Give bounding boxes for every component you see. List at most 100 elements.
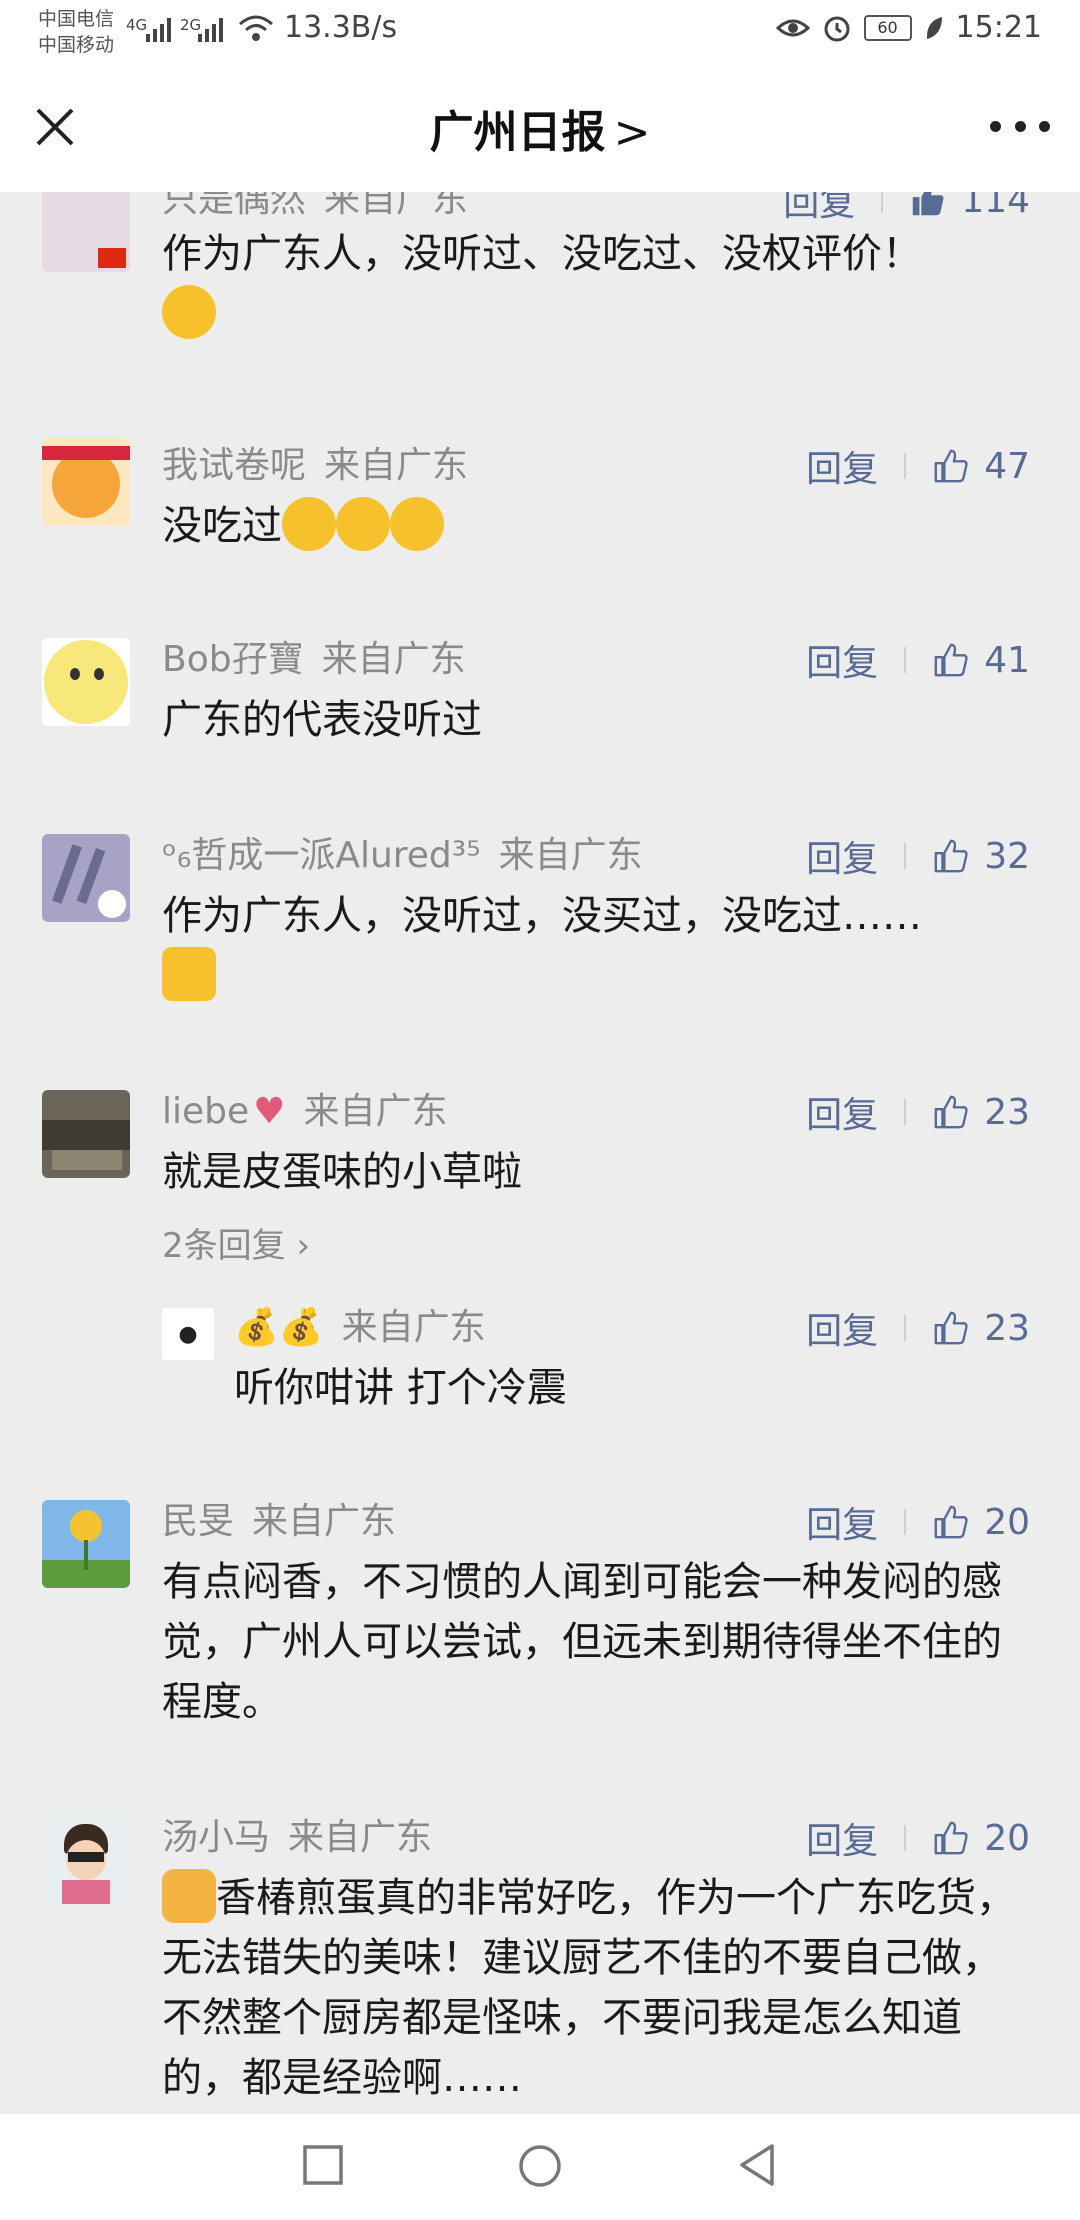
comment-text: 没吃过 [162,496,1032,556]
username[interactable]: 汤小马 [162,1817,270,1858]
reply-button[interactable]: 回复 [806,1086,878,1138]
comment-meta: Bob孖寶 来自广东 [162,638,466,682]
reply-button[interactable]: 回复 [806,1302,878,1354]
comment-body: 就是皮蛋味的小草啦 [162,1149,522,1195]
reply-button[interactable]: 回复 [806,1812,878,1864]
username[interactable]: ᵒ₆哲成一派Alured³⁵ [162,835,481,876]
comment-text: 广东的代表没听过 [162,690,1032,750]
comment-body: 没吃过 [162,503,282,549]
avatar[interactable] [42,834,130,922]
reply-button[interactable]: 回复 [806,634,878,686]
status-right: 60 15:21 [775,10,1042,45]
more-replies-label: 2条回复 [162,1226,286,1266]
page-title[interactable]: 广州日报 > [0,96,1080,160]
thumbs-up-icon [934,643,968,677]
like-count: 32 [984,835,1030,877]
battery-icon: 60 [863,14,912,41]
like-count: 114 [961,192,1030,221]
reply-button[interactable]: 回复 [806,440,878,492]
back-icon[interactable] [734,2142,780,2188]
like-button[interactable]: 23 [932,1092,1030,1133]
thumbs-up-icon [934,1505,968,1539]
more-replies-link[interactable]: 2条回复 › [162,1218,310,1267]
like-button[interactable]: 32 [932,836,1030,877]
comment-list[interactable]: 只是偶然 来自广东 回复 114 作为广东人，没听过、没吃过、没权评价！ 我试卷呢… [0,192,1080,2114]
username[interactable]: 只是偶然 [162,192,306,220]
avatar[interactable] [42,438,130,526]
carrier-labels: 中国电信 中国移动 [38,6,114,58]
avatar[interactable] [42,1816,130,1904]
reply-button[interactable]: 回复 [806,830,878,882]
chevron-right-icon: > [613,107,651,158]
location: 来自广东 [498,835,643,876]
comment-actions: 回复 23 [806,1090,1030,1137]
comment-body: 作为广东人，没听过，没买过，没吃过…… [162,893,922,939]
network-speed: 13.3B/s [284,10,398,45]
like-button[interactable]: 23 [932,1308,1030,1349]
username[interactable]: 我试卷呢 [162,445,306,486]
username[interactable]: Bob孖寶 [162,639,304,680]
like-button[interactable]: 47 [932,446,1030,487]
like-count: 41 [984,639,1030,681]
cat-emoji-icon [162,1869,216,1923]
like-button[interactable]: 41 [932,640,1030,681]
reply-text: 听你咁讲 打个冷震 [234,1358,1014,1418]
title-bar: 广州日报 > [0,66,1080,192]
divider [904,1509,907,1535]
like-count: 20 [984,1501,1030,1543]
like-count: 23 [984,1307,1030,1349]
comment-text: 作为广东人，没听过，没买过，没吃过…… [162,886,1032,1006]
chevron-right-icon: › [285,1226,311,1266]
thumbs-up-icon [934,839,968,873]
home-icon[interactable] [516,2142,564,2190]
reply-actions: 回复 23 [806,1306,1030,1353]
reply-button[interactable]: 回复 [783,192,855,226]
alarm-icon [824,16,850,41]
thumbs-up-icon [934,1311,968,1345]
comment-body: 作为广东人，没听过、没吃过、没权评价！ [162,231,922,277]
signal-icon-2 [198,14,223,42]
comment-meta: 我试卷呢 来自广东 [162,444,468,488]
reply-button[interactable]: 回复 [806,1496,878,1548]
heart-arrow-icon: ♥ [253,1091,286,1132]
carrier-1: 中国电信 [38,8,115,30]
recent-apps-icon[interactable] [300,2142,346,2188]
slap-emoji-icon [390,497,444,551]
location: 来自广东 [324,445,469,486]
like-button[interactable]: 20 [932,1502,1030,1543]
avatar[interactable] [42,1090,130,1178]
like-count: 20 [984,1817,1030,1859]
like-count: 23 [984,1091,1030,1133]
like-button[interactable]: 114 [909,192,1030,221]
signal-icon [146,14,171,42]
clock: 15:21 [955,10,1042,45]
comment-actions: 回复 114 [783,192,1030,224]
reply-username[interactable]: 💰💰 [234,1307,324,1348]
avatar[interactable] [42,638,130,726]
location: 来自广东 [321,639,466,680]
thumbs-up-icon [934,449,968,483]
avatar[interactable] [42,1500,130,1588]
more-icon[interactable] [990,106,1050,146]
person-icon: ● [178,1321,198,1347]
reply-avatar[interactable]: ● [162,1308,214,1360]
carrier-2: 中国移动 [38,34,115,56]
ok-hand-emoji-icon [162,947,216,1001]
reply-body: 听你咁讲 打个冷震 [234,1365,567,1411]
username[interactable]: liebe [162,1091,249,1132]
avatar[interactable] [42,192,130,272]
comment-actions: 回复 32 [806,834,1030,881]
system-nav-bar [0,2114,1080,2220]
thinking-emoji-icon [162,285,216,339]
comment-text: 香椿煎蛋真的非常好吃，作为一个广东吃货，无法错失的美味！建议厨艺不佳的不要自己做… [162,1868,1032,2108]
like-button[interactable]: 20 [932,1818,1030,1859]
comment-meta: 只是偶然 来自广东 [162,192,468,222]
divider [904,453,907,479]
location: 来自广东 [324,192,469,220]
divider [904,1099,907,1125]
username[interactable]: 民旻 [162,1501,234,1542]
location: 来自广东 [303,1091,448,1132]
comment-actions: 回复 41 [806,638,1030,685]
reply-location: 来自广东 [341,1307,486,1348]
divider [904,1315,907,1341]
